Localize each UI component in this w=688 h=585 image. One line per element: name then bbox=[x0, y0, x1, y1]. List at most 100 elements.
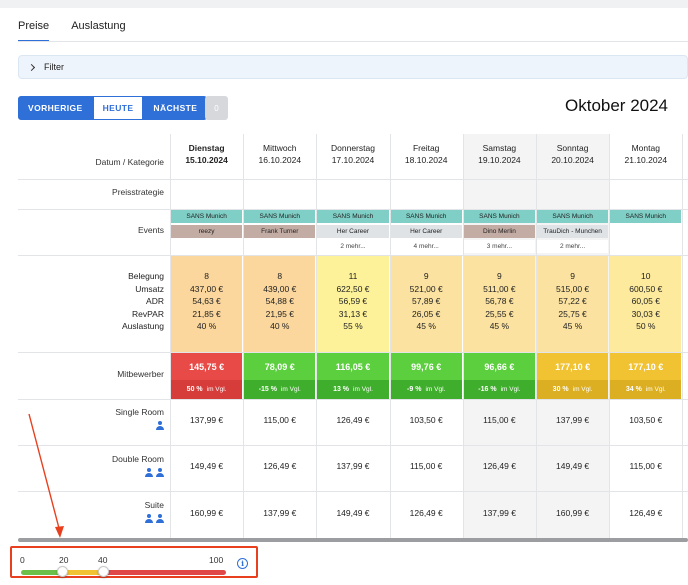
room-price[interactable]: 115,00 € bbox=[390, 461, 463, 471]
competitor-cell[interactable]: 99,76 € -9 % im Vgl. bbox=[390, 353, 462, 400]
room-price[interactable]: 137,99 € bbox=[463, 508, 536, 518]
competitor-comparison: 50 % im Vgl. bbox=[171, 380, 243, 399]
room-price[interactable]: 137,99 € bbox=[170, 415, 243, 425]
room-price[interactable]: 137,99 € bbox=[316, 461, 389, 471]
event-tag[interactable]: Frank Turner bbox=[244, 225, 316, 238]
event-tag[interactable]: Dino Merlin bbox=[463, 225, 535, 238]
room-price[interactable]: 126,49 € bbox=[316, 415, 389, 425]
day-header[interactable]: Dienstag 15.10.2024 bbox=[170, 142, 243, 166]
event-tag[interactable]: 2 mehr... bbox=[537, 240, 609, 253]
event-tag[interactable]: TrauDich - Munchen bbox=[537, 225, 609, 238]
room-price[interactable]: 149,49 € bbox=[170, 461, 243, 471]
event-tag[interactable]: Her Career bbox=[317, 225, 389, 238]
event-tag[interactable]: SANS Munich bbox=[317, 210, 389, 223]
room-price[interactable]: 126,49 € bbox=[390, 508, 463, 518]
room-price[interactable]: 137,99 € bbox=[243, 508, 316, 518]
day-date: 18.10.2024 bbox=[404, 155, 448, 165]
room-label-single: Single Room bbox=[18, 406, 164, 433]
column-divider bbox=[682, 134, 684, 538]
previous-button[interactable]: VORHERIGE bbox=[18, 96, 93, 120]
competitor-cell[interactable]: 177,10 €30 % im Vgl. bbox=[537, 353, 609, 400]
count-button[interactable]: 0 bbox=[205, 96, 228, 120]
tab-auslastung[interactable]: Auslastung bbox=[71, 20, 125, 42]
month-title: Oktober 2024 bbox=[565, 96, 669, 115]
occupancy-value: 57,89 € bbox=[412, 296, 441, 306]
event-tag[interactable]: SANS Munich bbox=[244, 210, 316, 223]
event-tag[interactable]: Her Career bbox=[390, 225, 462, 238]
room-price[interactable]: 126,49 € bbox=[609, 508, 682, 518]
date-navigation: VORHERIGE HEUTE NÄCHSTE bbox=[18, 96, 208, 120]
event-tag[interactable]: SANS Munich bbox=[390, 210, 462, 223]
room-label-double: Double Room bbox=[18, 453, 164, 480]
occupancy-value: 21,85 € bbox=[192, 308, 221, 319]
room-price[interactable]: 149,49 € bbox=[316, 508, 389, 518]
event-tag[interactable]: 2 mehr... bbox=[317, 240, 389, 253]
competitor-percent: 34 % bbox=[625, 386, 642, 393]
room-price[interactable]: 115,00 € bbox=[243, 415, 316, 425]
occupancy-value: 8 bbox=[204, 271, 209, 281]
room-price[interactable]: 103,50 € bbox=[390, 415, 463, 425]
legend-slider-knob[interactable] bbox=[97, 566, 109, 577]
next-button[interactable]: NÄCHSTE bbox=[143, 96, 208, 120]
event-tag[interactable] bbox=[171, 240, 243, 253]
label-adr: ADR bbox=[146, 296, 164, 306]
day-header[interactable]: Samstag 19.10.2024 bbox=[463, 142, 536, 166]
filter-toggle[interactable]: Filter bbox=[18, 55, 688, 79]
room-price[interactable]: 149,49 € bbox=[536, 461, 609, 471]
room-price[interactable]: 115,00 € bbox=[463, 415, 536, 425]
day-header[interactable]: Mittwoch 16.10.2024 bbox=[243, 142, 316, 166]
row-divider bbox=[18, 209, 688, 210]
label-belegung: Belegung bbox=[128, 271, 164, 281]
occupancy-value: 511,00 € bbox=[483, 283, 516, 294]
filter-label: Filter bbox=[44, 62, 64, 72]
event-tag[interactable]: SANS Munich bbox=[610, 210, 682, 223]
column-divider bbox=[462, 134, 464, 538]
day-header[interactable]: Donnerstag 17.10.2024 bbox=[316, 142, 389, 166]
event-tag[interactable]: 3 mehr... bbox=[463, 240, 535, 253]
event-tag[interactable]: 4 mehr... bbox=[390, 240, 462, 253]
occupancy-value: 10 bbox=[641, 271, 651, 281]
legend-slider-knob[interactable] bbox=[56, 566, 68, 577]
event-tag[interactable]: SANS Munich bbox=[537, 210, 609, 223]
room-price[interactable]: 115,00 € bbox=[609, 461, 682, 471]
event-tag[interactable]: SANS Munich bbox=[463, 210, 535, 223]
pricing-grid: Datum / Kategorie Preisstrategie Events … bbox=[18, 134, 688, 538]
day-name: Freitag bbox=[412, 143, 440, 153]
occupancy-value: 515,00 € bbox=[556, 283, 590, 294]
event-tag[interactable] bbox=[244, 240, 316, 253]
tab-preise[interactable]: Preise bbox=[18, 20, 50, 42]
persons-suite bbox=[18, 514, 164, 526]
horizontal-scrollbar[interactable] bbox=[18, 538, 688, 542]
day-header[interactable]: Freitag 18.10.2024 bbox=[390, 142, 463, 166]
competitor-cell[interactable]: 96,66 € -16 % im Vgl. bbox=[463, 353, 535, 400]
room-price[interactable]: 160,99 € bbox=[536, 508, 609, 518]
competitor-cell[interactable]: 177,10 €34 % im Vgl. bbox=[610, 353, 682, 400]
row-divider bbox=[18, 399, 688, 400]
competitor-cell[interactable]: 78,09 € -15 % im Vgl. bbox=[244, 353, 316, 400]
day-header[interactable]: Sonntag 20.10.2024 bbox=[536, 142, 609, 166]
day-header[interactable]: Montag 21.10.2024 bbox=[609, 142, 682, 166]
room-price[interactable]: 103,50 € bbox=[609, 415, 682, 425]
competitor-price: 78,09 € bbox=[244, 353, 316, 380]
day-date: 17.10.2024 bbox=[331, 155, 375, 165]
competitor-comparison: -15 % im Vgl. bbox=[244, 380, 316, 399]
competitor-comparison: -9 % im Vgl. bbox=[390, 380, 462, 399]
room-price[interactable]: 126,49 € bbox=[243, 461, 316, 471]
row-divider bbox=[18, 352, 688, 353]
competitor-cell[interactable]: 145,75 €50 % im Vgl. bbox=[171, 353, 243, 400]
occupancy-value: 54,63 € bbox=[192, 296, 221, 306]
room-price[interactable]: 126,49 € bbox=[463, 461, 536, 471]
info-icon[interactable]: i bbox=[237, 558, 248, 569]
competitor-comparison: 13 % im Vgl. bbox=[317, 380, 389, 399]
occupancy-cell: 8 439,00 € 54,88 € 21,95 € 40 % bbox=[244, 256, 316, 352]
competitor-vgl: im Vgl. bbox=[280, 386, 301, 393]
event-tag[interactable]: SANS Munich bbox=[171, 210, 243, 223]
competitor-cell[interactable]: 116,05 €13 % im Vgl. bbox=[317, 353, 389, 400]
room-price[interactable]: 160,99 € bbox=[170, 508, 243, 518]
event-tag[interactable]: reezy bbox=[171, 225, 243, 238]
room-price[interactable]: 137,99 € bbox=[536, 415, 609, 425]
day-date: 16.10.2024 bbox=[258, 155, 302, 165]
chevron-right-icon bbox=[27, 63, 36, 71]
today-button[interactable]: HEUTE bbox=[92, 96, 144, 120]
label-umsatz: Umsatz bbox=[135, 283, 164, 294]
